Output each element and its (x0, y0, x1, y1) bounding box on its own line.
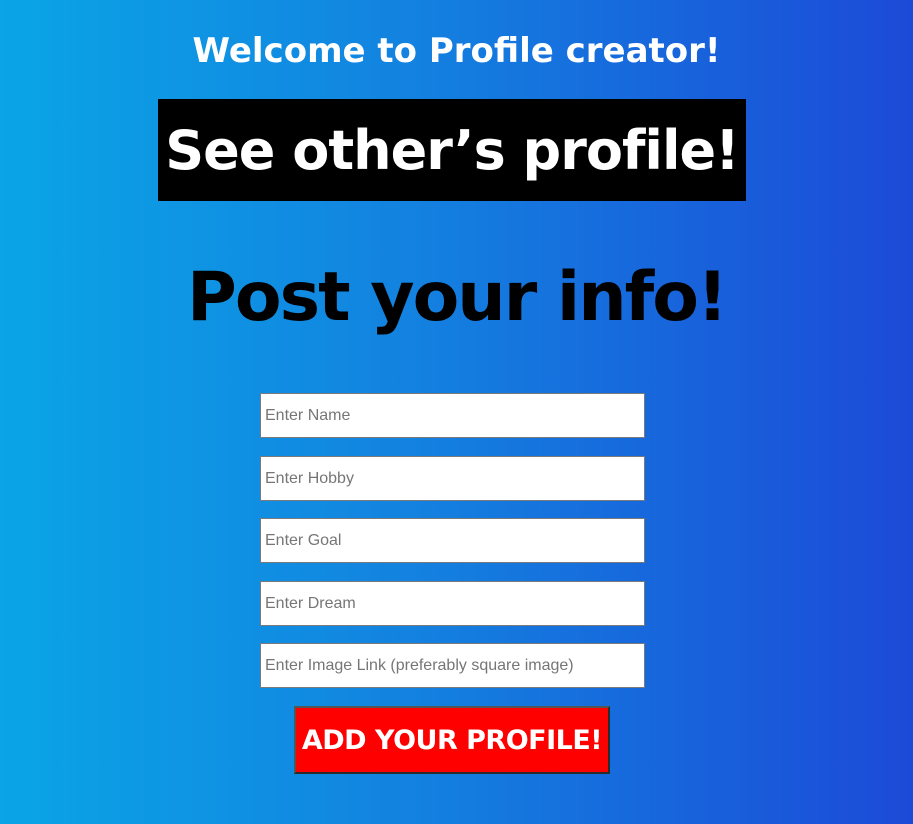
see-profiles-button[interactable]: See other’s profile! (158, 99, 746, 201)
name-input[interactable] (260, 393, 645, 438)
dream-input[interactable] (260, 581, 645, 626)
add-profile-button[interactable]: ADD YOUR PROFILE! (294, 706, 610, 774)
goal-input[interactable] (260, 518, 645, 563)
image-link-input[interactable] (260, 643, 645, 688)
form-title: Post your info! (187, 258, 728, 337)
welcome-heading: Welcome to Profile creator! (192, 31, 721, 71)
hobby-input[interactable] (260, 456, 645, 501)
